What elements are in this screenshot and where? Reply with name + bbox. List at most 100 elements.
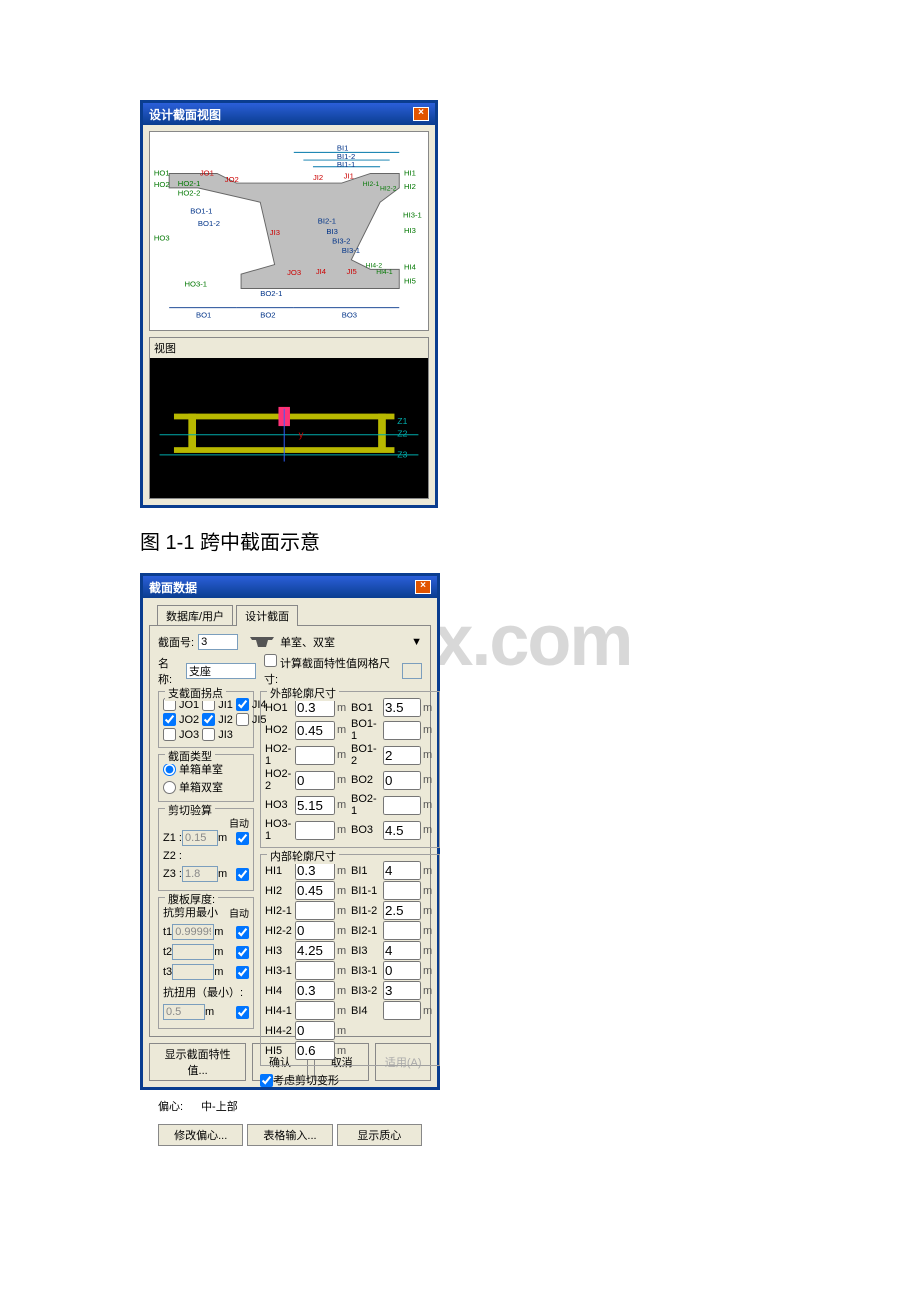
bi3-2[interactable] — [383, 981, 421, 1000]
shear-deform-label: 考虑剪切变形 — [273, 1072, 339, 1088]
lbl-hi2-1: HI2-1 — [363, 181, 380, 188]
lbl-ji1: JI1 — [344, 171, 354, 180]
z1-auto[interactable] — [236, 832, 249, 845]
rdo-double[interactable] — [163, 781, 176, 794]
chk-ji2[interactable] — [202, 713, 215, 726]
ho3-1 — [295, 821, 335, 840]
tab-database[interactable]: 数据库/用户 — [157, 605, 233, 626]
section-no-input[interactable] — [198, 634, 238, 650]
titlebar-2[interactable]: 截面数据 × — [143, 576, 437, 598]
inner-fieldset: 内部轮廓尺寸 HI1mBI1m HI2mBI1-1m HI2-1mBI1-2m … — [260, 854, 440, 1066]
lbl-z3: Z3 — [397, 450, 407, 460]
lbl-ho3-1: HO3-1 — [185, 280, 208, 289]
ho3[interactable] — [295, 796, 335, 815]
lbl-hi1: HI1 — [404, 168, 416, 177]
lbl-hi2: HI2 — [404, 182, 416, 191]
table-input-button[interactable]: 表格输入... — [247, 1124, 332, 1146]
lbl-hi3-1: HI3-1 — [403, 211, 422, 220]
chk-jo3[interactable] — [163, 728, 176, 741]
view-panel: 视图 y Z1 Z2 Z3 — [149, 337, 429, 499]
lbl-z2: Z2 — [397, 429, 407, 439]
tab-design[interactable]: 设计截面 — [236, 605, 298, 626]
joints-legend: 支截面拐点 — [165, 685, 226, 701]
lbl-hi5: HI5 — [404, 277, 416, 286]
shear-deform-checkbox[interactable] — [260, 1074, 273, 1087]
window-title-2: 截面数据 — [149, 579, 197, 596]
ho2[interactable] — [295, 721, 335, 740]
figure-caption: 图 1-1 跨中截面示意 — [140, 526, 920, 555]
t2-input — [172, 944, 214, 960]
hi2[interactable] — [295, 881, 335, 900]
hi2-1 — [295, 901, 335, 920]
bi1[interactable] — [383, 861, 421, 880]
bo2[interactable] — [383, 771, 421, 790]
z3-auto[interactable] — [236, 868, 249, 881]
outer-legend: 外部轮廓尺寸 — [267, 685, 339, 701]
ho2-2[interactable] — [295, 771, 335, 790]
ho2-1 — [295, 746, 335, 765]
lbl-hi4-1: HI4-1 — [376, 269, 393, 276]
shear-fieldset: 剪切验算 自动 Z1 :m Z2 : Z3 :m — [158, 808, 254, 891]
name-input[interactable] — [186, 663, 256, 679]
section-type-dropdown[interactable] — [248, 634, 276, 650]
lbl-bo1: BO1 — [196, 310, 211, 319]
z1-input — [182, 830, 218, 846]
torsion-input — [163, 1004, 205, 1020]
joints-fieldset: 支截面拐点 JO1 JI1 JI4 JO2 JI2 JI5 JO3 JI3 — [158, 691, 254, 748]
rdo-single[interactable] — [163, 763, 176, 776]
close-icon[interactable]: × — [415, 580, 431, 594]
web-fieldset: 腹板厚度: 抗剪用最小自动 t1 m t2 m t3 m 抗扭用（最小）: m — [158, 897, 254, 1029]
eccent-label: 偏心: — [158, 1098, 183, 1114]
hi3-1 — [295, 961, 335, 980]
lbl-ho2: HO2 — [154, 180, 170, 189]
sect-type-fieldset: 截面类型 单箱单室 单箱双室 — [158, 754, 254, 802]
bi3[interactable] — [383, 941, 421, 960]
lbl-ji4: JI4 — [316, 267, 327, 276]
titlebar[interactable]: 设计截面视图 × — [143, 103, 435, 125]
section-preview: y Z1 Z2 Z3 — [150, 358, 428, 498]
lbl-z1: Z1 — [397, 416, 407, 426]
chk-ji3[interactable] — [202, 728, 215, 741]
chk-jo2[interactable] — [163, 713, 176, 726]
lbl-hi4: HI4 — [404, 262, 417, 271]
lbl-bo2-1: BO2-1 — [260, 289, 282, 298]
name-label: 名称: — [158, 655, 182, 687]
lbl-bi3: BI3 — [326, 227, 338, 236]
bo1-1 — [383, 721, 421, 740]
sect-type-legend: 截面类型 — [165, 748, 215, 764]
show-centroid-button[interactable]: 显示质心 — [337, 1124, 422, 1146]
inner-legend: 内部轮廓尺寸 — [267, 848, 339, 864]
bo1-2[interactable] — [383, 746, 421, 765]
torsion-auto[interactable] — [236, 1006, 249, 1019]
hi2-2[interactable] — [295, 921, 335, 940]
lbl-jo3: JO3 — [287, 268, 301, 277]
bi3-1[interactable] — [383, 961, 421, 980]
t3-input — [172, 964, 214, 980]
hi5[interactable] — [295, 1041, 335, 1060]
t3-auto[interactable] — [236, 966, 249, 979]
lbl-jo1: JO1 — [200, 168, 214, 177]
hi4-2[interactable] — [295, 1021, 335, 1040]
grid-checkbox[interactable] — [264, 654, 277, 667]
bo3[interactable] — [383, 821, 421, 840]
t2-auto[interactable] — [236, 946, 249, 959]
grid-label: 计算截面特性值网格尺寸: — [264, 658, 390, 686]
bo2-1 — [383, 796, 421, 815]
chk-ji5[interactable] — [236, 713, 249, 726]
section-data-window: 截面数据 × 数据库/用户 设计截面 截面号: 单室、双室 ▼ 名称: 计算截面… — [140, 573, 440, 1090]
lbl-ho2-1: HO2-1 — [178, 179, 201, 188]
bo1[interactable] — [383, 698, 421, 717]
tab-panel: 截面号: 单室、双室 ▼ 名称: 计算截面特性值网格尺寸: 支截面拐点 JO1 … — [149, 625, 431, 1037]
lbl-ji2: JI2 — [313, 173, 323, 182]
modify-eccent-button[interactable]: 修改偏心... — [158, 1124, 243, 1146]
lbl-bo1-2: BO1-2 — [198, 219, 220, 228]
chk-ji4[interactable] — [236, 698, 249, 711]
hi3[interactable] — [295, 941, 335, 960]
t1-auto[interactable] — [236, 926, 249, 939]
lbl-bi3-2: BI3-2 — [332, 236, 350, 245]
grid-input — [402, 663, 422, 679]
outer-fieldset: 外部轮廓尺寸 HO1mBO1m HO2mBO1-1m HO2-1mBO1-2m … — [260, 691, 440, 848]
close-icon[interactable]: × — [413, 107, 429, 121]
hi4[interactable] — [295, 981, 335, 1000]
bi1-2[interactable] — [383, 901, 421, 920]
